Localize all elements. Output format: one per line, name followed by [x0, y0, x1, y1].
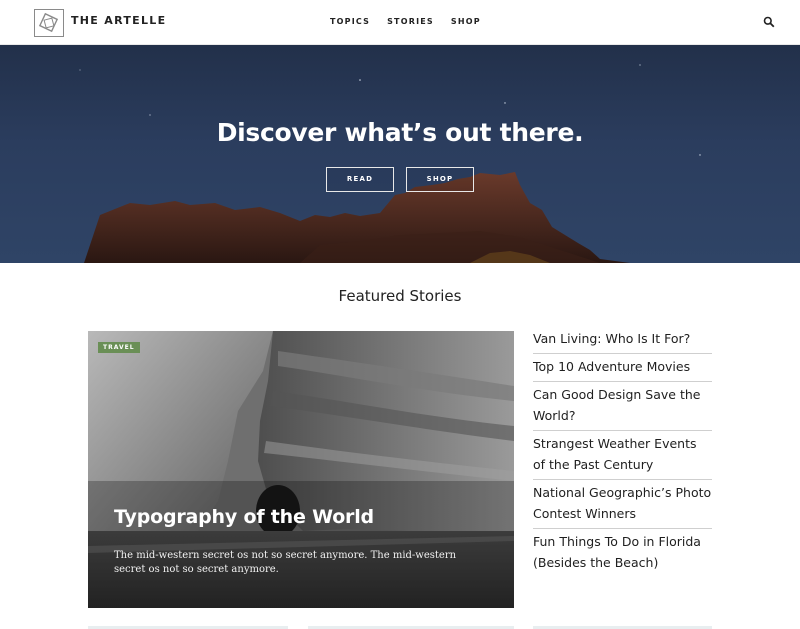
- featured-story-card[interactable]: TRAVEL Typography of the World The mid-w…: [88, 331, 514, 608]
- brand-name[interactable]: THE ARTELLE: [71, 14, 166, 27]
- nav-stories[interactable]: STORIES: [387, 17, 434, 26]
- story-link[interactable]: Top 10 Adventure Movies: [533, 354, 712, 382]
- story-link[interactable]: Van Living: Who Is It For?: [533, 326, 712, 354]
- main-menu: TOPICS STORIES SHOP: [330, 17, 481, 26]
- featured-card-title[interactable]: Typography of the World: [114, 506, 374, 528]
- hero-banner: Discover what’s out there. READ SHOP: [0, 45, 800, 263]
- nav-topics[interactable]: TOPICS: [330, 17, 370, 26]
- top-navigation: THE ARTELLE TOPICS STORIES SHOP: [0, 0, 800, 45]
- featured-card-description: The mid-western secret os not so secret …: [114, 550, 457, 575]
- story-link[interactable]: Fun Things To Do in Florida (Besides the…: [533, 529, 712, 577]
- canyon-rock-image: [84, 172, 630, 263]
- story-link[interactable]: Can Good Design Save the World?: [533, 382, 712, 431]
- nav-shop[interactable]: SHOP: [451, 17, 481, 26]
- category-tag[interactable]: TRAVEL: [98, 342, 140, 353]
- hero-title: Discover what’s out there.: [216, 118, 584, 147]
- shop-button[interactable]: SHOP: [406, 167, 474, 192]
- story-link[interactable]: Strangest Weather Events of the Past Cen…: [533, 431, 712, 480]
- logo-icon[interactable]: [34, 9, 64, 37]
- story-link[interactable]: National Geographic’s Photo Contest Winn…: [533, 480, 712, 529]
- story-list: Van Living: Who Is It For? Top 10 Advent…: [533, 326, 712, 577]
- featured-stories-heading: Featured Stories: [338, 287, 462, 305]
- search-icon[interactable]: [763, 16, 775, 28]
- read-button[interactable]: READ: [326, 167, 394, 192]
